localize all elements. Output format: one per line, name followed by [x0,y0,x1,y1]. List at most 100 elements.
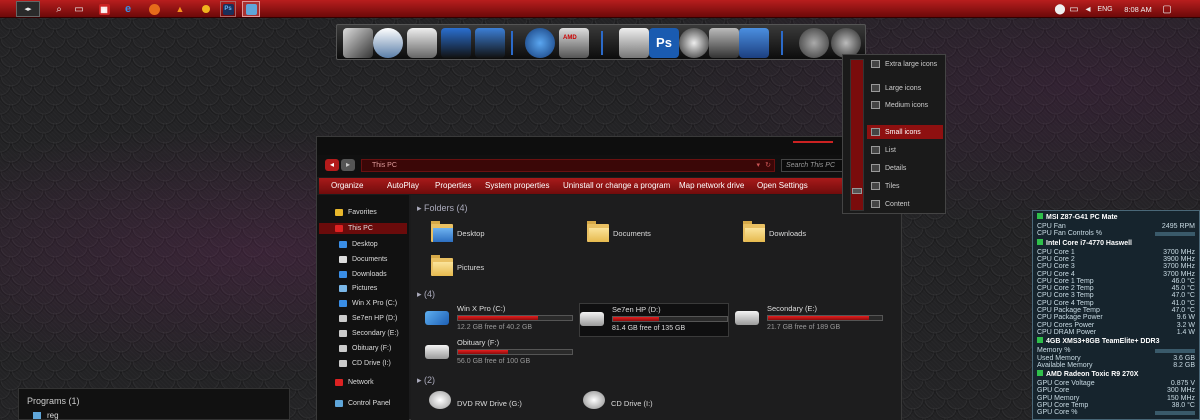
view-tiles[interactable]: Tiles [867,179,943,193]
sensor-row: CPU Fan Controls % [1037,230,1195,238]
chevron-down-icon[interactable]: ▾ [756,161,760,169]
sensor-memory-header: 4GB XMS3+8GB TeamElite+ DDR3 [1037,337,1197,345]
device-dvd[interactable]: DVD RW Drive (G:) [457,399,522,408]
title-bar [317,137,901,155]
forward-button[interactable]: ▸ [341,159,355,171]
edge-icon[interactable]: e [120,1,136,17]
volume-tray-icon[interactable]: ◂ [1082,1,1094,17]
effects-icon[interactable] [679,28,709,58]
store-icon[interactable]: ▦ [96,1,112,17]
view-list[interactable]: List [867,143,943,157]
dvd-drive-icon[interactable] [429,391,451,409]
cmd-autoplay[interactable]: AutoPlay [387,181,419,190]
folder-icon[interactable] [587,221,609,243]
view-details[interactable]: Details [867,161,943,175]
group-folders[interactable]: ▸ Folders (4) [417,203,468,214]
explorer-taskbar-icon[interactable] [242,1,260,17]
folder-icon[interactable] [431,255,453,277]
cmd-organize[interactable]: Organize [331,181,363,190]
gear-icon[interactable] [475,28,505,58]
task-view-icon[interactable]: ▭ [72,1,86,17]
game-icon[interactable] [799,28,829,58]
view-extra-large-icons[interactable]: Extra large icons [867,57,943,71]
view-size-slider[interactable] [850,59,864,211]
view-medium-icons[interactable]: Medium icons [867,98,943,112]
tools-icon[interactable] [619,28,649,58]
view-large-icons[interactable]: Large icons [867,81,943,95]
drive-icon [425,345,449,359]
network-icon[interactable] [441,28,471,58]
nav-desktop[interactable]: Desktop [339,241,378,248]
nav-network[interactable]: Network [335,379,374,386]
nav-downloads[interactable]: Downloads [339,271,387,278]
download-icon [339,271,347,278]
view-content[interactable]: Content [867,197,943,211]
drive-tile[interactable]: Obituary (F:) 56.0 GB free of 100 GB [425,337,575,371]
notification-icon[interactable]: ▢ [1160,1,1174,17]
drive-tile[interactable]: Secondary (E:) 21.7 GB free of 189 GB [735,303,885,337]
folder-icon[interactable] [743,221,765,243]
drive-tile[interactable]: Win X Pro (C:) 12.2 GB free of 40.2 GB [425,303,575,337]
group-drives[interactable]: ▸ (4) [417,289,435,300]
start-button[interactable]: ◂▸ [16,1,40,17]
nav-this-pc[interactable]: This PC [335,225,373,232]
network-icon [335,379,343,386]
drive-usage-bar [457,315,573,321]
sensor-cpu-header: Intel Core i7-4770 Haswell [1037,238,1197,247]
drive-tile[interactable]: Se7en HP (D:) 81.4 GB free of 135 GB [579,303,729,337]
globe-icon[interactable] [525,28,555,58]
content-pane: ▸ Folders (4) Desktop Documents Download… [411,195,901,420]
language-indicator[interactable]: ENG [1096,1,1114,17]
address-bar[interactable]: This PC ▾ ↻ [361,159,775,172]
search-placeholder: Search This PC [786,162,836,169]
nav-control-panel[interactable]: Control Panel [335,400,390,407]
cmd-system-properties[interactable]: System properties [485,181,549,190]
folder-downloads[interactable]: Downloads [769,229,806,238]
view-small-icons[interactable]: Small icons [867,125,943,139]
folder-icon[interactable] [431,221,453,243]
programs-title: Programs (1) [27,396,80,406]
cmd-map-network-drive[interactable]: Map network drive [679,181,744,190]
nav-drive-e[interactable]: Secondary (E:) [339,330,399,337]
program-reg[interactable]: reg [47,411,59,420]
nav-favorites[interactable]: Favorites [335,209,377,216]
nav-documents[interactable]: Documents [339,256,387,263]
recycle-bin-icon[interactable] [407,28,437,58]
cmd-open-settings[interactable]: Open Settings [757,181,808,190]
clock[interactable]: 8:08 AM [1122,1,1154,17]
slider-handle[interactable] [852,188,862,194]
folder-pictures[interactable]: Pictures [457,263,484,272]
photoshop-dock-icon[interactable]: Ps [649,28,679,58]
chrome-icon[interactable] [739,28,769,58]
display-tray-icon[interactable]: ▭ [1068,1,1080,17]
back-button[interactable]: ◂ [325,159,339,171]
tool-icon[interactable] [373,28,403,58]
drive-usage-bar [612,316,728,322]
network-tray-icon[interactable]: ⬤ [1054,1,1066,17]
folder-desktop[interactable]: Desktop [457,229,485,238]
programs-panel: Programs (1) reg [18,388,290,420]
search-icon[interactable]: ⌕ [52,1,66,17]
audio-icon[interactable] [709,28,739,58]
rocketdock-settings-icon[interactable] [343,28,373,58]
nav-drive-d[interactable]: Se7en HP (D:) [339,315,397,322]
cmd-properties[interactable]: Properties [435,181,471,190]
photoshop-icon[interactable]: Ps [220,1,236,17]
nav-drive-f[interactable]: Obituary (F:) [339,345,391,352]
nav-drive-c[interactable]: Win X Pro (C:) [339,300,397,307]
folder-documents[interactable]: Documents [613,229,651,238]
amd-icon[interactable]: AMD [559,28,589,58]
media-icon[interactable] [198,1,214,17]
group-devices[interactable]: ▸ (2) [417,375,435,386]
nav-drive-i[interactable]: CD Drive (I:) [339,360,391,367]
firefox-icon[interactable] [146,1,162,17]
star-icon [335,209,343,216]
sensor-row: GPU Core % [1037,409,1195,417]
refresh-icon[interactable]: ↻ [765,161,771,169]
desktop-icon [339,241,347,248]
device-cd[interactable]: CD Drive (I:) [611,399,653,408]
vlc-icon[interactable]: ▲ [172,1,188,17]
cd-drive-icon[interactable] [583,391,605,409]
nav-pictures[interactable]: Pictures [339,285,377,292]
cmd-uninstall[interactable]: Uninstall or change a program [563,181,670,190]
